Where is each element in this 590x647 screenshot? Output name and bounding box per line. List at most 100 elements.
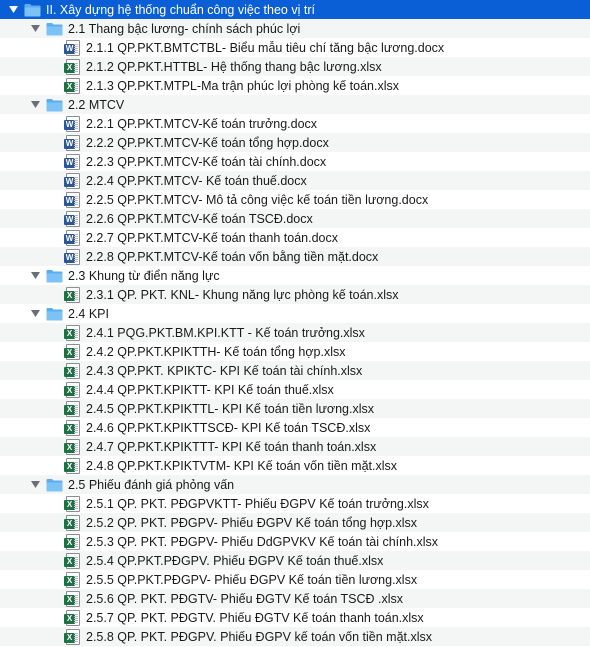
file-label: 2.2.7 QP.PKT.MTCV-Kế toán thanh toán.doc… [86,230,339,245]
folder-row[interactable]: 2.2 MTCV [0,95,590,114]
file-label: 2.5.4 QP.PKT.PĐGPV. Phiếu ĐGPV Kế toán t… [86,553,384,568]
excel-spreadsheet-icon: X [64,400,80,417]
file-label: 2.4.7 QP.PKT.KPIKTTT- KPI Kế toán thanh … [86,439,377,454]
file-label: 2.5.2 QP. PKT. PĐGPV- Phiếu ĐGPV Kế toán… [86,515,418,530]
file-row[interactable]: X 2.4.7 QP.PKT.KPIKTTT- KPI Kế toán thanh… [0,437,590,456]
word-document-icon: W [64,153,80,170]
excel-spreadsheet-icon: X [64,343,80,360]
excel-spreadsheet-icon: X [64,362,80,379]
file-row[interactable]: X 2.1.3 QP.PKT.MTPL-Ma trận phúc lợi phòn… [0,76,590,95]
file-row[interactable]: W 2.2.3 QP.PKT.MTCV-Kế toán tài chính.doc… [0,152,590,171]
word-document-icon: W [64,248,80,265]
file-row[interactable]: X 2.4.1 PQG.PKT.BM.KPI.KTT - Kế toán trưở… [0,323,590,342]
file-label: 2.2.1 QP.PKT.MTCV-Kế toán trưởng.docx [86,116,318,131]
file-row[interactable]: X 2.4.4 QP.PKT.KPIKTT- KPI Kế toán thuế.x… [0,380,590,399]
file-label: 2.2.6 QP.PKT.MTCV-Kế toán TSCĐ.docx [86,211,313,226]
file-label: 2.5.5 QP.PKT.PĐGPV- Phiếu ĐGPV Kế toán t… [86,572,418,587]
file-label: 2.5.6 QP. PKT. PĐGTV- Phiếu ĐGTV Kế toán… [86,591,404,606]
folder-label: II. Xây dựng hệ thống chuẩn công việc th… [46,2,315,17]
folder-row[interactable]: 2.3 Khung từ điển năng lực [0,266,590,285]
disclosure-chevron-icon[interactable] [30,100,40,110]
excel-spreadsheet-icon: X [64,590,80,607]
file-label: 2.4.2 QP.PKT.KPIKTTH- Kế toán tổng hợp.x… [86,344,346,359]
file-row[interactable]: X 2.4.3 QP.PKT. KPIKTC- KPI Kế toán tài c… [0,361,590,380]
folder-row[interactable]: 2.5 Phiếu đánh giá phỏng vấn [0,475,590,494]
word-document-icon: W [64,39,80,56]
file-row[interactable]: X 2.5.4 QP.PKT.PĐGPV. Phiếu ĐGPV Kế toán … [0,551,590,570]
word-document-icon: W [64,191,80,208]
file-row[interactable]: X 2.4.5 QP.PKT.KPIKTTL- KPI Kế toán tiền … [0,399,590,418]
folder-row[interactable]: 2.1 Thang bậc lương- chính sách phúc lợi [0,19,590,38]
word-document-icon: W [64,172,80,189]
folder-label: 2.4 KPI [68,306,109,321]
file-row[interactable]: X 2.5.2 QP. PKT. PĐGPV- Phiếu ĐGPV Kế toá… [0,513,590,532]
root-folder-row[interactable]: II. Xây dựng hệ thống chuẩn công việc th… [0,0,590,19]
file-label: 2.4.3 QP.PKT. KPIKTC- KPI Kế toán tài ch… [86,363,363,378]
file-label: 2.5.7 QP. PKT. PĐGTV. Phiếu ĐGTV Kế toán… [86,610,424,625]
file-row[interactable]: X 2.5.6 QP. PKT. PĐGTV- Phiếu ĐGTV Kế toá… [0,589,590,608]
file-row[interactable]: X 2.5.3 QP. PKT. PĐGPV- Phiếu DdGPVKV Kế … [0,532,590,551]
disclosure-chevron-icon[interactable] [30,271,40,281]
word-document-icon: W [64,229,80,246]
file-label: 2.4.6 QP.PKT.KPIKTTSCĐ- KPI Kế toán TSCĐ… [86,420,371,435]
file-label: 2.4.4 QP.PKT.KPIKTT- KPI Kế toán thuế.xl… [86,382,334,397]
file-row[interactable]: X 2.4.2 QP.PKT.KPIKTTH- Kế toán tổng hợp.… [0,342,590,361]
excel-spreadsheet-icon: X [64,77,80,94]
file-row[interactable]: W 2.1.1 QP.PKT.BMTCTBL- Biểu mẫu tiêu chí… [0,38,590,57]
file-row[interactable]: W 2.2.1 QP.PKT.MTCV-Kế toán trưởng.docx [0,114,590,133]
file-tree: II. Xây dựng hệ thống chuẩn công việc th… [0,0,590,647]
word-document-icon: W [64,115,80,132]
folder-label: 2.3 Khung từ điển năng lực [68,268,220,283]
word-document-icon: W [64,210,80,227]
file-label: 2.5.1 QP. PKT. PĐGPVKTT- Phiếu ĐGPV Kế t… [86,496,429,511]
file-row[interactable]: X 2.4.8 QP.PKT.KPIKTVTM- KPI Kế toán vốn … [0,456,590,475]
file-row[interactable]: X 2.5.8 QP. PKT. PĐGPV. Phiếu ĐGPV kế toá… [0,627,590,646]
file-row[interactable]: X 2.1.2 QP.PKT.HTTBL- Hệ thống thang bậc … [0,57,590,76]
folder-icon [46,98,63,112]
file-label: 2.4.8 QP.PKT.KPIKTVTM- KPI Kế toán vốn t… [86,458,398,473]
disclosure-chevron-icon[interactable] [30,480,40,490]
excel-spreadsheet-icon: X [64,533,80,550]
file-row[interactable]: X 2.5.1 QP. PKT. PĐGPVKTT- Phiếu ĐGPV Kế … [0,494,590,513]
disclosure-chevron-icon[interactable] [30,24,40,34]
excel-spreadsheet-icon: X [64,609,80,626]
file-label: 2.4.1 PQG.PKT.BM.KPI.KTT - Kế toán trưởn… [86,325,365,340]
file-label: 2.1.1 QP.PKT.BMTCTBL- Biểu mẫu tiêu chí … [86,40,445,55]
folder-row[interactable]: 2.4 KPI [0,304,590,323]
excel-spreadsheet-icon: X [64,438,80,455]
folder-icon [46,307,63,321]
file-row[interactable]: X 2.5.5 QP.PKT.PĐGPV- Phiếu ĐGPV Kế toán … [0,570,590,589]
file-label: 2.1.3 QP.PKT.MTPL-Ma trận phúc lợi phòng… [86,78,399,93]
file-label: 2.5.8 QP. PKT. PĐGPV. Phiếu ĐGPV kế toán… [86,629,433,644]
file-row[interactable]: W 2.2.8 QP.PKT.MTCV-Kế toán vốn bằng tiền… [0,247,590,266]
folder-icon [46,269,63,283]
file-label: 2.1.2 QP.PKT.HTTBL- Hệ thống thang bậc l… [86,59,382,74]
file-row[interactable]: W 2.2.2 QP.PKT.MTCV-Kế toán tổng hợp.docx [0,133,590,152]
file-row[interactable]: X 2.3.1 QP. PKT. KNL- Khung năng lực phòn… [0,285,590,304]
excel-spreadsheet-icon: X [64,552,80,569]
file-row[interactable]: W 2.2.7 QP.PKT.MTCV-Kế toán thanh toán.do… [0,228,590,247]
folder-label: 2.1 Thang bậc lương- chính sách phúc lợi [68,21,301,36]
folder-label: 2.2 MTCV [68,97,125,112]
file-label: 2.2.3 QP.PKT.MTCV-Kế toán tài chính.docx [86,154,327,169]
file-label: 2.2.5 QP.PKT.MTCV- Mô tả công việc kế to… [86,192,429,207]
folder-icon [46,22,63,36]
file-label: 2.5.3 QP. PKT. PĐGPV- Phiếu DdGPVKV Kế t… [86,534,439,549]
file-row[interactable]: X 2.4.6 QP.PKT.KPIKTTSCĐ- KPI Kế toán TSC… [0,418,590,437]
folder-icon [46,478,63,492]
file-row[interactable]: X 2.5.7 QP. PKT. PĐGTV. Phiếu ĐGTV Kế toá… [0,608,590,627]
excel-spreadsheet-icon: X [64,514,80,531]
file-row[interactable]: W 2.2.5 QP.PKT.MTCV- Mô tả công việc kế t… [0,190,590,209]
disclosure-chevron-icon[interactable] [8,5,18,15]
excel-spreadsheet-icon: X [64,286,80,303]
folder-label: 2.5 Phiếu đánh giá phỏng vấn [68,477,235,492]
excel-spreadsheet-icon: X [64,419,80,436]
file-label: 2.3.1 QP. PKT. KNL- Khung năng lực phòng… [86,287,399,302]
folder-icon [24,3,41,17]
excel-spreadsheet-icon: X [64,58,80,75]
file-row[interactable]: W 2.2.4 QP.PKT.MTCV- Kế toán thuế.docx [0,171,590,190]
excel-spreadsheet-icon: X [64,571,80,588]
file-row[interactable]: W 2.2.6 QP.PKT.MTCV-Kế toán TSCĐ.docx [0,209,590,228]
excel-spreadsheet-icon: X [64,495,80,512]
disclosure-chevron-icon[interactable] [30,309,40,319]
